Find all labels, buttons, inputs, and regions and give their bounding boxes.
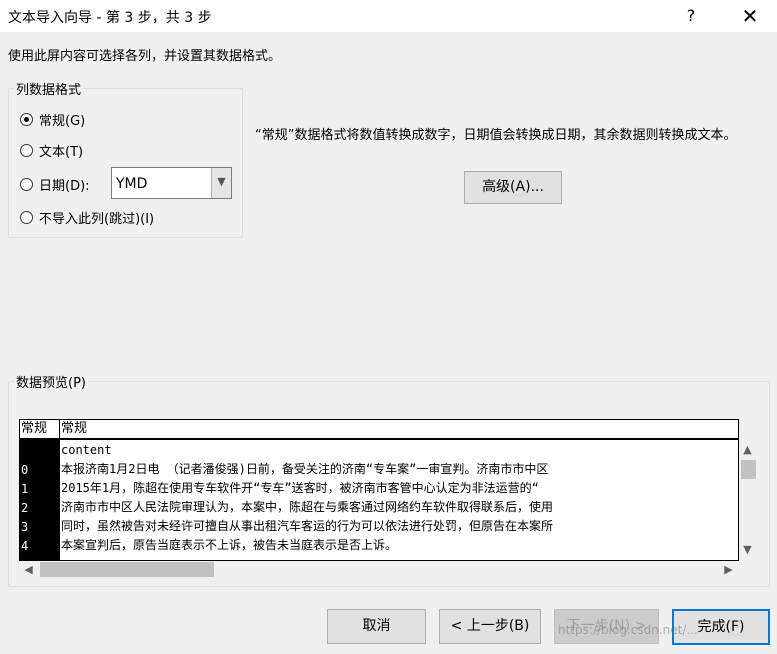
preview-row: 2015年1月，陈超在使用专车软件开“专车”送客时，被济南市客管中心认定为非法运… xyxy=(61,481,539,495)
watermark-text: https://blog.csdn.net/... xyxy=(558,623,698,637)
column-format-legend: 列数据格式 xyxy=(14,79,84,98)
title-bar: 文本导入向导 - 第 3 步，共 3 步 ? ✕ xyxy=(0,0,777,32)
date-format-value: YMD xyxy=(116,176,148,192)
radio-date[interactable]: 日期(D): xyxy=(20,174,90,194)
advanced-button[interactable]: 高级(A)... xyxy=(464,171,562,204)
scroll-down-icon[interactable]: ▼ xyxy=(739,541,756,558)
radio-skip-indicator[interactable] xyxy=(20,210,33,224)
preview-header-column-cell[interactable]: 常规 xyxy=(60,420,87,438)
preview-row: 本报济南1月2日电 （记者潘俊强)日前，备受关注的济南“专车案”一审宣判。济南市… xyxy=(61,462,549,476)
cancel-button[interactable]: 取消 xyxy=(327,609,426,644)
radio-text-indicator[interactable] xyxy=(20,143,33,157)
radio-date-indicator[interactable] xyxy=(20,177,33,191)
help-button[interactable]: ? xyxy=(668,0,714,32)
data-preview-legend: 数据预览(P) xyxy=(14,372,88,391)
radio-general-indicator[interactable] xyxy=(20,112,33,126)
radio-general-label: 常规(G) xyxy=(39,113,86,129)
format-description: “常规”数据格式将数值转换成数字，日期值会转换成日期，其余数据则转换成文本。 xyxy=(255,128,737,143)
back-button[interactable]: < 上一步(B) xyxy=(439,609,541,644)
radio-date-label: 日期(D): xyxy=(39,178,90,194)
vertical-scrollbar[interactable]: ▲ ▼ xyxy=(739,439,756,560)
vertical-scroll-thumb[interactable] xyxy=(741,460,756,479)
row-index-label: 4 xyxy=(21,539,29,553)
row-index-label: 1 xyxy=(21,482,29,496)
radio-skip[interactable]: 不导入此列(跳过)(I) xyxy=(20,207,154,227)
close-button[interactable]: ✕ xyxy=(727,0,773,32)
row-index-label: 0 xyxy=(21,463,29,477)
horizontal-scrollbar[interactable]: ◀ ▶ xyxy=(19,561,739,578)
scroll-right-icon[interactable]: ▶ xyxy=(720,561,737,578)
horizontal-scroll-thumb[interactable] xyxy=(40,562,214,577)
preview-row: 同时，虽然被告对未经许可擅自从事出租汽车客运的行为可以依法进行处罚，但原告在本案… xyxy=(61,519,554,533)
preview-row: content xyxy=(61,443,112,457)
preview-row: 本案宣判后，原告当庭表示不上诉，被告未当庭表示是否上诉。 xyxy=(61,538,398,552)
row-index-label: 2 xyxy=(21,501,29,515)
radio-text-label: 文本(T) xyxy=(39,144,84,160)
scroll-up-icon[interactable]: ▲ xyxy=(739,441,756,458)
radio-general[interactable]: 常规(G) xyxy=(20,109,85,129)
preview-header: 常规 常规 xyxy=(20,420,738,440)
chevron-down-icon[interactable]: ▼ xyxy=(211,168,231,198)
preview-header-index-cell[interactable]: 常规 xyxy=(20,420,60,438)
window-title: 文本导入向导 - 第 3 步，共 3 步 xyxy=(8,10,212,26)
scroll-left-icon[interactable]: ◀ xyxy=(20,561,37,578)
radio-skip-label: 不导入此列(跳过)(I) xyxy=(39,211,155,227)
date-format-select[interactable]: YMD ▼ xyxy=(111,167,232,199)
radio-text[interactable]: 文本(T) xyxy=(20,140,83,160)
preview-row: 济南市市中区人民法院审理认为，本案中，陈超在与乘客通过网络约车软件取得联系后，使… xyxy=(61,500,554,514)
instruction-text: 使用此屏内容可选择各列，并设置其数据格式。 xyxy=(8,49,282,64)
data-preview-grid[interactable]: 常规 常规 0 1 2 3 4 content 本报济南1月2日电 （记者潘俊强… xyxy=(19,419,739,561)
row-index-label: 3 xyxy=(21,520,29,534)
